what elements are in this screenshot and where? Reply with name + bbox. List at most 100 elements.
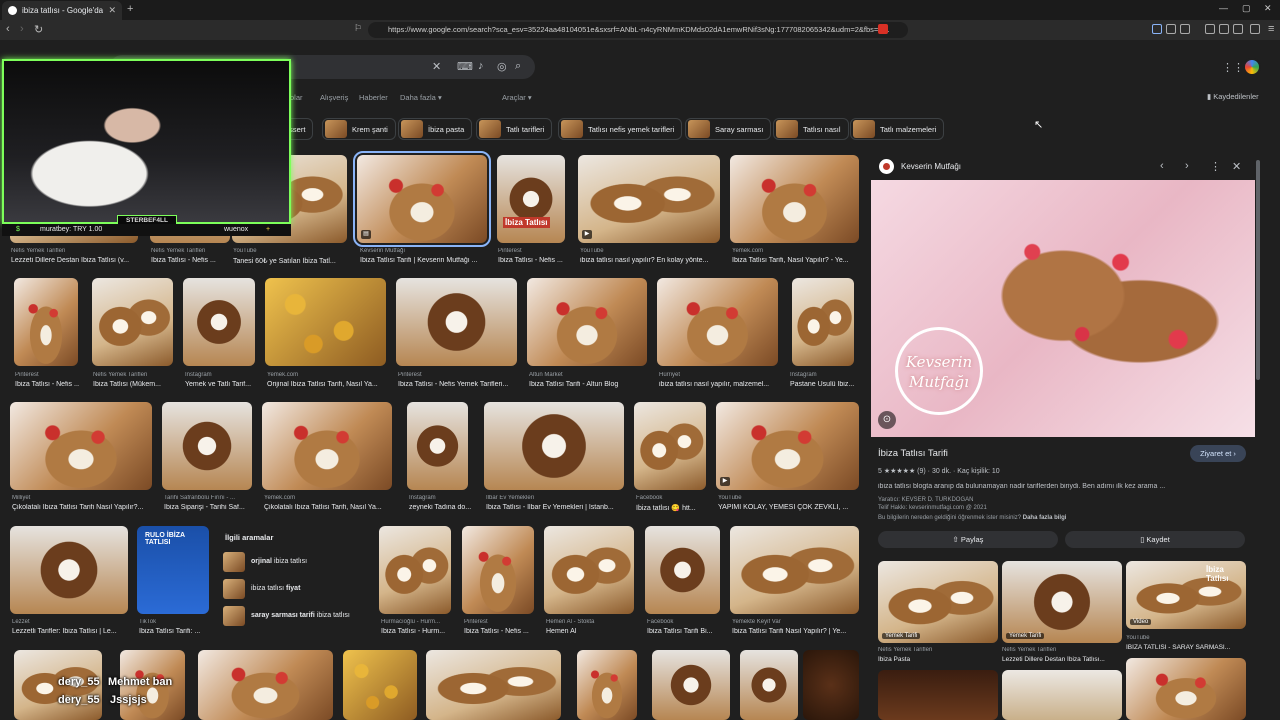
scrollbar[interactable]	[1256, 160, 1260, 380]
result-caption[interactable]: İbiza Tatlısı Tarifi, Nasıl Yapılır? - Y…	[732, 257, 860, 264]
image-result[interactable]	[484, 402, 624, 490]
result-caption[interactable]: İbiza Tatlısı Tarifi: ...	[139, 628, 211, 635]
result-caption[interactable]: YAPIMI KOLAY, YEMESİ ÇOK ZEVKLİ, ...	[718, 504, 860, 511]
maximize-icon[interactable]: ▢	[1242, 3, 1251, 14]
extension-icon[interactable]	[878, 24, 888, 34]
back-icon[interactable]: ‹	[6, 23, 10, 35]
related-image[interactable]	[878, 670, 998, 720]
related-image[interactable]: İbiza Tatlısı Video	[1126, 561, 1246, 629]
chip[interactable]: Krem şanti	[322, 118, 396, 140]
result-caption[interactable]: İbiza Tatlısı Tarifi - Altun Blog	[529, 381, 647, 388]
image-result[interactable]	[343, 650, 417, 720]
new-tab-button[interactable]: +	[127, 3, 133, 15]
image-result[interactable]	[730, 526, 859, 614]
result-caption[interactable]: Çikolatalı İbiza Tatlısı Tarifi Nasıl Ya…	[12, 504, 154, 511]
related-image[interactable]	[1126, 658, 1246, 720]
result-caption[interactable]: İbiza Tatlısı Tarifi Nasıl Yapılır? | Ye…	[732, 628, 860, 635]
result-caption[interactable]: ibiza tatlısı nasıl yapılır? En kolay yö…	[580, 257, 720, 264]
chip[interactable]: Tatlı malzemeleri	[850, 118, 945, 140]
lens-icon[interactable]: ◎	[497, 60, 507, 73]
result-caption[interactable]: İbiza Siparişi - Tarihi Saf...	[164, 504, 254, 511]
image-result[interactable]	[740, 650, 798, 720]
forward-icon[interactable]: ›	[20, 23, 24, 35]
result-caption[interactable]: Çikolatalı İbiza Tatlısı Tarifi, Nasıl Y…	[264, 504, 392, 511]
split-view-icon[interactable]	[1219, 24, 1229, 34]
image-result[interactable]: RULO İBİZA TATLISI	[137, 526, 209, 614]
image-result[interactable]	[426, 650, 561, 720]
address-bar[interactable]: https://www.google.com/search?sca_esv=35…	[368, 22, 908, 38]
image-result[interactable]	[544, 526, 634, 614]
result-caption[interactable]: İbiza tatlısı 😋 htt...	[636, 504, 708, 512]
close-window-icon[interactable]: ✕	[1264, 3, 1272, 14]
shield-icon[interactable]	[1250, 24, 1260, 34]
image-result[interactable]	[14, 278, 78, 366]
related-image[interactable]: Yemek Tarifi	[1002, 561, 1122, 643]
next-icon[interactable]: ›	[1185, 160, 1189, 172]
image-result[interactable]	[262, 402, 392, 490]
result-caption[interactable]: Lezzeti Dillere Destan İbiza Tatlısı (v.…	[11, 257, 139, 264]
result-caption[interactable]: Tanesi 60₺ ye Satılan İbiza Tatl...	[233, 257, 348, 265]
image-result[interactable]	[162, 402, 252, 490]
extension-icon[interactable]	[1180, 24, 1190, 34]
menu-icon[interactable]: ≡	[1268, 23, 1274, 35]
related-item[interactable]: saray sarması tarifi ibiza tatlısı	[220, 602, 370, 629]
detail-title[interactable]: İbiza Tatlısı Tarifi	[878, 448, 948, 459]
image-result[interactable]	[803, 650, 859, 720]
chip[interactable]: İbiza pasta	[398, 118, 473, 140]
result-caption[interactable]: İbiza Tatlısı - İlbar Ev Yemekleri | İst…	[486, 504, 626, 511]
result-caption[interactable]: İbiza Tatlısı - Nefis ...	[464, 628, 538, 635]
image-result[interactable]	[792, 278, 854, 366]
image-result[interactable]	[10, 402, 152, 490]
apps-grid-icon[interactable]: ⋮⋮	[1222, 61, 1244, 74]
result-caption[interactable]: İbiza Pasta	[878, 656, 998, 663]
result-caption[interactable]: ibiza tatlısı nasıl yapılır, malzemel...	[659, 381, 779, 388]
image-result[interactable]: ▶	[716, 402, 859, 490]
reload-icon[interactable]: ↻	[34, 23, 43, 36]
nav-videolar[interactable]: olar	[290, 93, 303, 102]
share-button[interactable]: ⇧ Paylaş	[878, 531, 1058, 548]
save-button[interactable]: ▯ Kaydet	[1065, 531, 1245, 548]
bookmark-icon[interactable]: ⚐	[354, 23, 362, 34]
result-caption[interactable]: Lezzetli Tarifler: İbiza Tatlısı | Le...	[12, 628, 130, 635]
nav-alisveris[interactable]: Alışveriş	[320, 93, 348, 102]
related-image[interactable]: Yemek Tarifi	[878, 561, 998, 643]
active-tab[interactable]: ibiza tatlısı - Google'da Ara ✕	[2, 1, 122, 20]
extension-icon[interactable]	[1152, 24, 1162, 34]
saved-link[interactable]: ▮ Kaydedilenler	[1207, 92, 1259, 101]
nav-daha-fazla[interactable]: Daha fazla ▾	[400, 93, 442, 102]
result-caption[interactable]: İbiza Tatlısı - Nefis Yemek Tarifleri...	[398, 381, 518, 388]
image-result[interactable]	[407, 402, 468, 490]
result-caption[interactable]: İbiza Tatlısı Tarifi | Kevserin Mutfağı …	[360, 257, 488, 264]
lens-icon[interactable]: ⊙	[878, 411, 896, 429]
result-caption[interactable]: Hemen Al	[546, 628, 636, 635]
image-result[interactable]	[577, 650, 637, 720]
extension-icon[interactable]	[1166, 24, 1176, 34]
more-options-icon[interactable]: ⋮	[1210, 160, 1221, 173]
microphone-icon[interactable]: ♪	[478, 60, 484, 72]
image-result[interactable]	[183, 278, 255, 366]
extensions-icon[interactable]	[1233, 24, 1243, 34]
image-result[interactable]: ▶	[578, 155, 720, 243]
result-caption[interactable]: İbiza Tatlısı (Mükem...	[93, 381, 175, 388]
result-caption[interactable]: İbiza Tatlısı - Hurm...	[381, 628, 455, 635]
previous-icon[interactable]: ‹	[1160, 160, 1164, 172]
result-caption[interactable]: İbiza Tatlısı - Nefis ...	[15, 381, 79, 388]
search-icon[interactable]: ⌕	[515, 60, 521, 73]
image-result[interactable]	[198, 650, 333, 720]
clear-icon[interactable]: ✕	[432, 60, 441, 73]
image-result[interactable]	[652, 650, 730, 720]
close-panel-icon[interactable]: ✕	[1232, 160, 1241, 173]
result-caption[interactable]: İBİZA TATLISI - SARAY SARMASI...	[1126, 644, 1246, 651]
result-caption[interactable]: İbiza Tatlısı - Nefis ...	[498, 257, 578, 264]
image-result[interactable]	[634, 402, 706, 490]
keyboard-icon[interactable]: ⌨	[457, 60, 473, 73]
result-caption[interactable]: Pastane Usulü İbiz...	[790, 381, 860, 388]
minimize-icon[interactable]: —	[1219, 3, 1228, 13]
image-result[interactable]	[92, 278, 173, 366]
image-result[interactable]	[527, 278, 647, 366]
related-image[interactable]	[1002, 670, 1122, 720]
avatar[interactable]	[1243, 58, 1261, 76]
image-result[interactable]	[265, 278, 386, 366]
result-caption[interactable]: zeyneki Tadına do...	[409, 504, 473, 511]
result-caption[interactable]: İbiza Tatlısı - Nefis ...	[151, 257, 231, 264]
